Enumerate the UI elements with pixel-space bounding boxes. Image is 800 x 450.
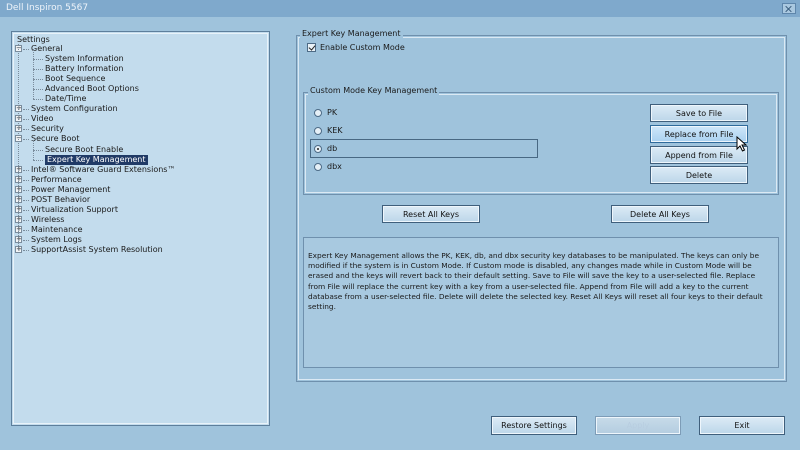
tree-item-label: Battery Information [45, 64, 124, 73]
radio-icon [314, 127, 322, 135]
key-label: dbx [327, 162, 342, 171]
tree-item-label: Security [31, 124, 64, 133]
exit-button[interactable]: Exit [699, 416, 785, 435]
tree-connector-line [18, 44, 19, 250]
key-label: db [327, 144, 338, 153]
tree-item-label: Secure Boot [31, 134, 80, 143]
radio-icon [314, 163, 322, 171]
tree-item-label: Maintenance [31, 225, 83, 234]
tree-item-label: Video [31, 114, 54, 123]
append-from-file-button[interactable]: Append from File [650, 146, 748, 164]
settings-tree[interactable]: Settings − General System Information Batte… [11, 31, 270, 426]
tree-item-label: Expert Key Management [45, 155, 148, 165]
reset-all-keys-button[interactable]: Reset All Keys [382, 205, 480, 223]
tree-item-label: POST Behavior [31, 195, 91, 204]
apply-button[interactable]: Apply [595, 416, 681, 435]
expert-key-management-title: Expert Key Management [300, 29, 403, 39]
mouse-pointer-icon [736, 136, 748, 152]
enable-custom-mode-label: Enable Custom Mode [320, 43, 405, 52]
tree-item-label: Boot Sequence [45, 74, 106, 83]
radio-icon [314, 109, 322, 117]
help-description-text: Expert Key Management allows the PK, KEK… [308, 251, 763, 312]
window-titlebar: Dell Inspiron 5567 [0, 0, 800, 17]
tree-item-label: Secure Boot Enable [45, 145, 124, 154]
radio-icon [314, 145, 322, 153]
tree-root-label: Settings [17, 35, 50, 44]
tree-item-label: System Information [45, 54, 124, 63]
tree-item-label: Intel® Software Guard Extensions™ [31, 165, 176, 174]
custom-mode-key-management-title: Custom Mode Key Management [308, 86, 440, 96]
tree-item-label: Wireless [31, 215, 65, 224]
tree-item-label: General [31, 44, 63, 53]
enable-custom-mode-checkbox[interactable] [307, 43, 316, 52]
tree-item-label: SupportAssist System Resolution [31, 245, 163, 254]
help-description-box: Expert Key Management allows the PK, KEK… [303, 237, 779, 368]
close-icon[interactable] [782, 3, 796, 14]
delete-all-keys-button[interactable]: Delete All Keys [611, 205, 709, 223]
tree-item-label: Advanced Boot Options [45, 84, 139, 93]
tree-item-label: Performance [31, 175, 82, 184]
window-title: Dell Inspiron 5567 [6, 3, 89, 13]
tree-item-label: System Logs [31, 235, 82, 244]
replace-from-file-button[interactable]: Replace from File [650, 125, 748, 143]
restore-settings-button[interactable]: Restore Settings [491, 416, 577, 435]
selected-key-focus [310, 139, 538, 158]
tree-item-label: Virtualization Support [31, 205, 118, 214]
save-to-file-button[interactable]: Save to File [650, 104, 748, 122]
key-label: KEK [327, 126, 343, 135]
tree-item-label: System Configuration [31, 104, 118, 113]
delete-button[interactable]: Delete [650, 166, 748, 184]
key-label: PK [327, 108, 338, 117]
tree-item-label: Power Management [31, 185, 111, 194]
tree-item-label: Date/Time [45, 94, 87, 103]
